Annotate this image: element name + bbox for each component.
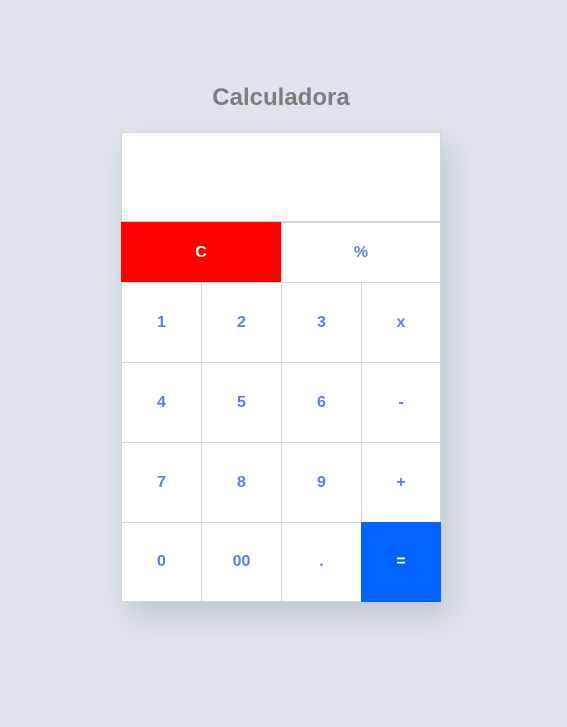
minus-button[interactable]: -	[361, 362, 441, 443]
calculator: C % 1 2 3 x 4 5 6 - 7 8 9 + 0 00 . =	[121, 132, 441, 602]
digit-4-button[interactable]: 4	[121, 362, 202, 443]
digit-8-button[interactable]: 8	[201, 442, 282, 523]
digit-6-button[interactable]: 6	[281, 362, 362, 443]
decimal-point-button[interactable]: .	[281, 522, 362, 602]
equals-button[interactable]: =	[361, 522, 441, 602]
digit-0-button[interactable]: 0	[121, 522, 202, 602]
digit-7-button[interactable]: 7	[121, 442, 202, 523]
digit-5-button[interactable]: 5	[201, 362, 282, 443]
digit-3-button[interactable]: 3	[281, 282, 362, 363]
clear-button[interactable]: C	[121, 222, 281, 283]
calculator-display	[122, 133, 440, 222]
plus-button[interactable]: +	[361, 442, 441, 523]
double-zero-button[interactable]: 00	[201, 522, 282, 602]
digit-9-button[interactable]: 9	[281, 442, 362, 523]
percent-button[interactable]: %	[281, 222, 441, 283]
digit-1-button[interactable]: 1	[121, 282, 202, 363]
multiply-button[interactable]: x	[361, 282, 441, 363]
page-title: Calculadora	[212, 84, 350, 111]
digit-2-button[interactable]: 2	[201, 282, 282, 363]
